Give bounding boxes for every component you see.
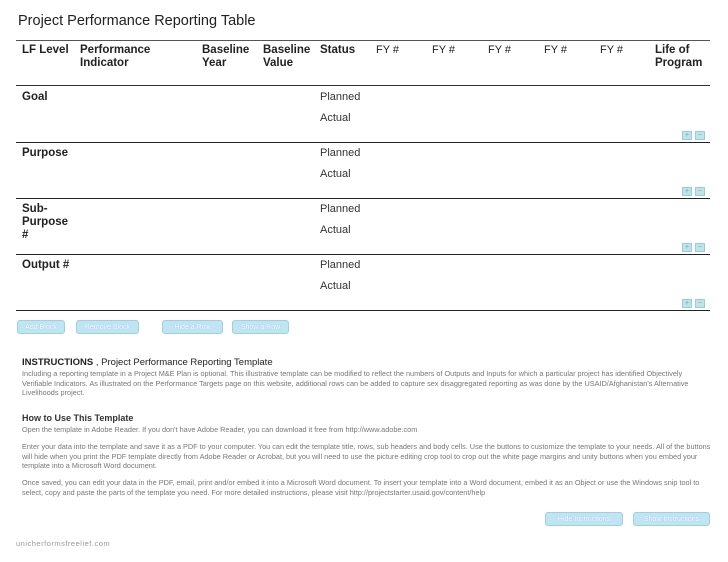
col-header-fy-2: FY #	[432, 44, 456, 56]
col-header-performance-indicator: Performance Indicator	[80, 44, 151, 69]
col-header-fy-3: FY #	[488, 44, 512, 56]
row-sub-purpose-controls: + −	[682, 243, 705, 252]
add-row-icon[interactable]: +	[682, 243, 692, 252]
instructions-heading-rest: , Project Performance Reporting Template	[93, 357, 273, 368]
hide-row-button[interactable]: Hide a Row	[162, 320, 223, 334]
row-output-actual: Actual	[320, 280, 351, 292]
row-output-planned: Planned	[320, 259, 361, 271]
col-header-life-of-program: Life of Program	[655, 44, 703, 69]
instructions-heading: INSTRUCTIONS , Project Performance Repor…	[22, 357, 273, 368]
add-row-icon[interactable]: +	[682, 131, 692, 140]
row-output-level[interactable]: Output #	[22, 259, 69, 272]
header-top-rule	[16, 40, 710, 41]
row-output-controls: + −	[682, 299, 705, 308]
how-to-step-1: Open the template in Adobe Reader. If yo…	[22, 425, 418, 434]
col-header-baseline-value: Baseline Value	[263, 44, 311, 69]
add-block-button[interactable]: Add Block	[17, 320, 65, 334]
col-header-fy-5: FY #	[600, 44, 624, 56]
remove-block-button[interactable]: Remove Block	[76, 320, 139, 334]
row-purpose-planned: Planned	[320, 147, 361, 159]
row-goal-planned: Planned	[320, 91, 361, 103]
row-sub-purpose-actual: Actual	[320, 224, 351, 236]
remove-row-icon[interactable]: −	[695, 243, 705, 252]
col-header-baseline-year: Baseline Year	[202, 44, 250, 69]
col-header-fy-1: FY #	[376, 44, 400, 56]
remove-row-icon[interactable]: −	[695, 131, 705, 140]
how-to-step-3: Once saved, you can edit your data in th…	[22, 478, 700, 497]
col-header-status: Status	[320, 44, 356, 56]
row-divider	[16, 198, 710, 199]
col-header-fy-4: FY #	[544, 44, 568, 56]
row-sub-purpose-planned: Planned	[320, 203, 361, 215]
row-purpose-actual: Actual	[320, 168, 351, 180]
row-sub-purpose-level[interactable]: Sub-Purpose #	[22, 203, 72, 242]
show-instructions-button[interactable]: Show Instructions	[633, 512, 710, 526]
how-to-heading: How to Use This Template	[22, 413, 134, 423]
header-bottom-rule	[16, 85, 710, 86]
row-divider	[16, 142, 710, 143]
watermark: unicherformsfreelief.com	[16, 539, 111, 548]
remove-row-icon[interactable]: −	[695, 299, 705, 308]
row-goal-actual: Actual	[320, 112, 351, 124]
col-header-lf-level: LF Level	[22, 44, 69, 56]
instructions-heading-bold: INSTRUCTIONS	[22, 357, 94, 368]
how-to-step-2: Enter your data into the template and sa…	[22, 442, 711, 471]
add-row-icon[interactable]: +	[682, 187, 692, 196]
instructions-intro: Including a reporting template in a Proj…	[22, 369, 689, 398]
row-purpose-level[interactable]: Purpose	[22, 147, 68, 160]
add-row-icon[interactable]: +	[682, 299, 692, 308]
hide-instructions-button[interactable]: Hide Instructions	[545, 512, 623, 526]
page-title: Project Performance Reporting Table	[18, 13, 256, 29]
show-row-button[interactable]: Show a Row	[232, 320, 289, 334]
row-goal-level[interactable]: Goal	[22, 91, 48, 104]
row-goal-controls: + −	[682, 131, 705, 140]
table-bottom-rule	[16, 310, 710, 311]
row-divider	[16, 254, 710, 255]
remove-row-icon[interactable]: −	[695, 187, 705, 196]
row-purpose-controls: + −	[682, 187, 705, 196]
